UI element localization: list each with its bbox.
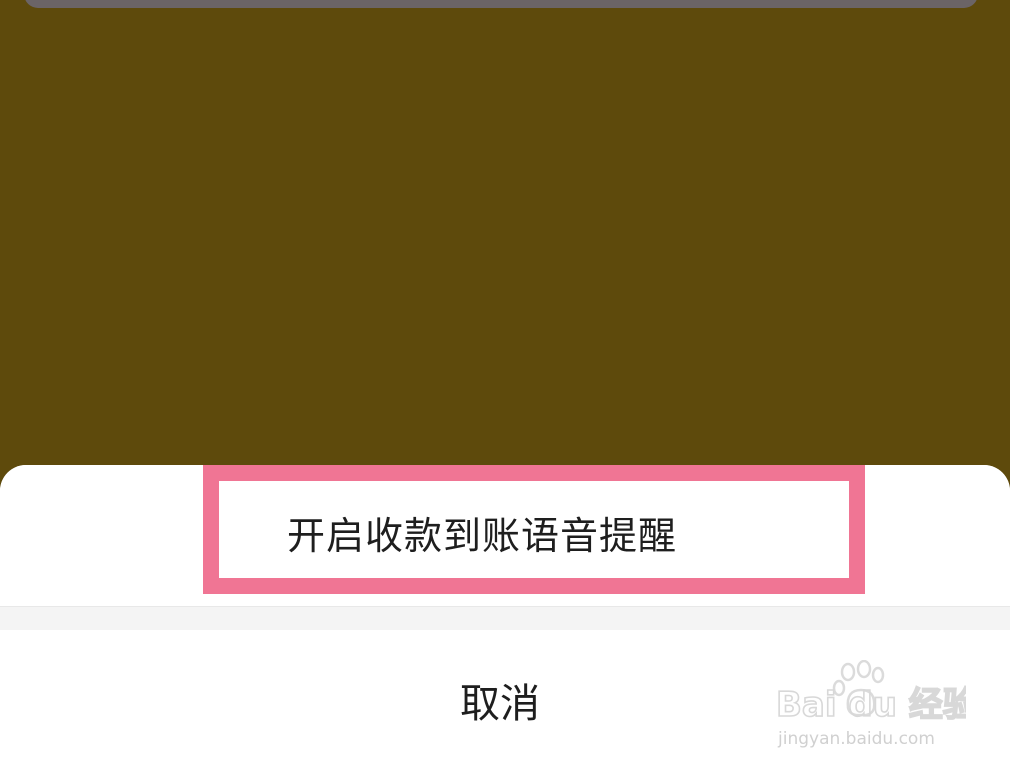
- top-bar: [24, 0, 978, 8]
- highlight-annotation-box: [203, 465, 865, 594]
- screen: 开启收款到账语音提醒 取消 Bai du 经验 jingyan.baidu.co…: [0, 0, 1010, 770]
- action-sheet: 开启收款到账语音提醒 取消: [0, 465, 1010, 770]
- cancel-label: 取消: [460, 681, 540, 727]
- cancel-button[interactable]: 取消: [0, 630, 1010, 770]
- sheet-separator: [0, 606, 1010, 631]
